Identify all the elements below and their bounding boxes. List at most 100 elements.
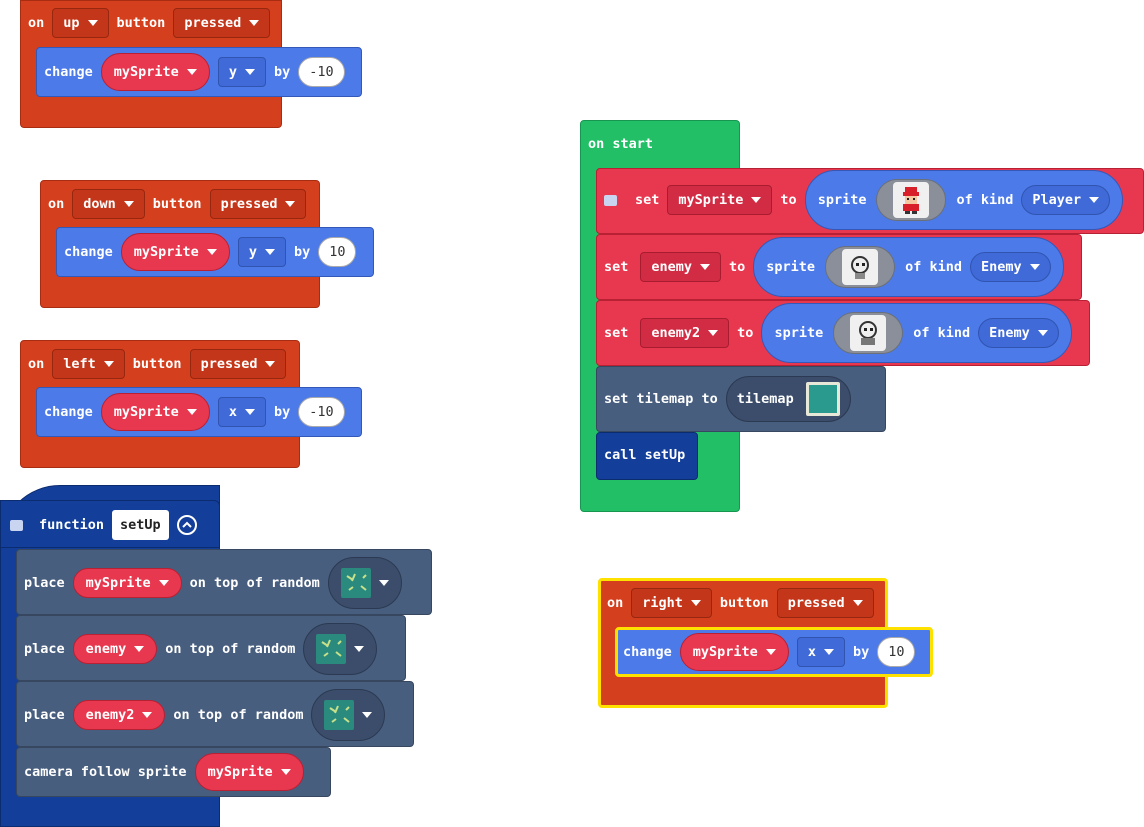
value-input[interactable]: -10 xyxy=(298,397,345,427)
caret-down-icon xyxy=(765,649,776,655)
caret-down-icon xyxy=(244,409,255,415)
value-input[interactable]: -10 xyxy=(298,57,345,87)
sprite-player-image xyxy=(893,182,930,218)
caret-down-icon xyxy=(134,646,145,652)
set-label: set xyxy=(604,325,629,341)
caret-down-icon xyxy=(852,600,863,606)
state-dropdown[interactable]: pressed xyxy=(173,8,271,38)
camera-row: camera follow sprite mySprite xyxy=(24,753,304,791)
event-header-left: on left button pressed xyxy=(28,349,287,379)
on-label: on xyxy=(607,595,624,611)
key-dropdown[interactable]: left xyxy=(52,349,125,379)
sprite-create-pill[interactable]: sprite of kind Enemy xyxy=(753,237,1064,297)
of-kind-label: of kind xyxy=(913,325,971,341)
sprite-var-pill[interactable]: enemy xyxy=(72,634,158,664)
value-input[interactable]: 10 xyxy=(318,237,357,267)
change-label: change xyxy=(623,644,672,660)
sprite-var-pill[interactable]: mySprite xyxy=(72,568,182,598)
state-dropdown[interactable]: pressed xyxy=(189,349,287,379)
function-name-input[interactable]: setUp xyxy=(112,510,169,540)
comment-icon[interactable] xyxy=(604,194,617,206)
sprite-var-pill[interactable]: enemy2 xyxy=(72,700,166,730)
place-label: place xyxy=(24,575,65,591)
state-dropdown[interactable]: pressed xyxy=(209,189,307,219)
sprite-var-pill[interactable]: mySprite xyxy=(194,753,304,791)
key-dropdown[interactable]: up xyxy=(52,8,109,38)
var-dropdown[interactable]: enemy xyxy=(640,252,722,282)
caret-down-icon xyxy=(1037,330,1048,336)
set-label: set xyxy=(604,259,629,275)
tile-image xyxy=(324,700,355,730)
function-header: function setUp xyxy=(10,510,197,540)
sprite-create-pill[interactable]: sprite of kind Enemy xyxy=(761,303,1072,363)
sprite-label: sprite xyxy=(774,325,824,341)
caret-down-icon xyxy=(244,69,255,75)
sprite-image-picker[interactable] xyxy=(833,312,904,354)
var-dropdown[interactable]: mySprite xyxy=(667,185,773,215)
kind-dropdown[interactable]: Enemy xyxy=(969,252,1051,282)
axis-dropdown[interactable]: x xyxy=(796,637,845,667)
kind-dropdown[interactable]: Player xyxy=(1021,185,1111,215)
by-label: by xyxy=(273,64,291,80)
caret-down-icon xyxy=(87,20,98,26)
tilemap-label: tilemap xyxy=(736,391,794,407)
set-row-1: set mySprite to sprite of kind Player xyxy=(604,170,1124,230)
caret-down-icon xyxy=(158,580,169,586)
on-label: on xyxy=(28,15,45,31)
change-row-right: change mySprite x by 10 xyxy=(623,633,916,671)
axis-dropdown[interactable]: y xyxy=(237,237,286,267)
caret-down-icon xyxy=(700,264,711,270)
set-label: set xyxy=(635,192,660,208)
caret-down-icon xyxy=(280,769,291,775)
state-dropdown[interactable]: pressed xyxy=(776,588,874,618)
axis-dropdown[interactable]: y xyxy=(217,57,266,87)
place-row-2: place enemy on top of random xyxy=(24,623,378,675)
change-label: change xyxy=(64,244,113,260)
caret-down-icon xyxy=(103,361,114,367)
button-label: button xyxy=(719,595,769,611)
on-top-label: on top of random xyxy=(165,641,296,657)
comment-icon[interactable] xyxy=(10,519,23,531)
tile-picker[interactable] xyxy=(303,623,378,675)
to-label: to xyxy=(780,192,797,208)
event-header-up: on up button pressed xyxy=(28,8,271,38)
set-row-2: set enemy to sprite of kind Enemy xyxy=(604,237,1064,297)
to-label: to xyxy=(729,259,746,275)
sprite-var-pill[interactable]: mySprite xyxy=(120,233,230,271)
on-top-label: on top of random xyxy=(189,575,320,591)
key-dropdown[interactable]: right xyxy=(631,588,712,618)
value-input[interactable]: 10 xyxy=(877,637,916,667)
sprite-enemy-image xyxy=(842,249,879,285)
sprite-image-picker[interactable] xyxy=(876,179,947,221)
tile-picker[interactable] xyxy=(311,689,386,741)
sprite-var-pill[interactable]: mySprite xyxy=(679,633,789,671)
call-label: call setUp xyxy=(604,447,686,463)
sprite-var-pill[interactable]: mySprite xyxy=(100,53,210,91)
sprite-var-pill[interactable]: mySprite xyxy=(100,393,210,431)
tile-picker[interactable] xyxy=(327,557,402,609)
tile-image xyxy=(316,634,347,664)
place-row-3: place enemy2 on top of random xyxy=(24,689,386,741)
camera-label: camera follow sprite xyxy=(24,764,187,780)
on-label: on xyxy=(28,356,45,372)
by-label: by xyxy=(852,644,870,660)
tilemap-pill[interactable]: tilemap xyxy=(725,376,851,422)
kind-dropdown[interactable]: Enemy xyxy=(978,318,1059,348)
on-start-header: on start xyxy=(588,136,653,152)
by-label: by xyxy=(293,244,311,260)
tile-image xyxy=(340,568,371,598)
collapse-icon[interactable] xyxy=(176,515,197,535)
key-dropdown[interactable]: down xyxy=(72,189,145,219)
event-header-down: on down button pressed xyxy=(48,189,307,219)
button-label: button xyxy=(152,196,202,212)
of-kind-label: of kind xyxy=(956,192,1014,208)
caret-down-icon xyxy=(264,249,275,255)
sprite-create-pill[interactable]: sprite of kind Player xyxy=(804,170,1124,230)
axis-dropdown[interactable]: x xyxy=(217,397,266,427)
on-top-label: on top of random xyxy=(173,707,304,723)
var-dropdown[interactable]: enemy2 xyxy=(640,318,730,348)
change-label: change xyxy=(44,404,93,420)
sprite-image-picker[interactable] xyxy=(825,246,896,288)
tile-image[interactable] xyxy=(805,382,840,416)
place-label: place xyxy=(24,641,65,657)
